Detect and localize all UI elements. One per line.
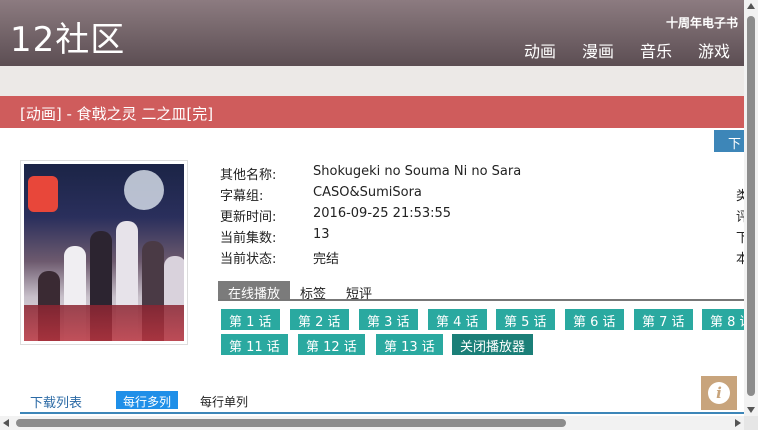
- poster-image: [24, 164, 184, 341]
- download-list-header: 下载列表 每行多列 每行单列: [20, 390, 744, 414]
- episode-button[interactable]: 第 7 话: [634, 309, 693, 330]
- info-button[interactable]: i: [701, 376, 737, 410]
- info-row: 字幕组: CASO&SumiSora: [220, 185, 521, 206]
- nav-item-anime[interactable]: 动画: [524, 38, 556, 62]
- episode-button[interactable]: 第 6 话: [565, 309, 624, 330]
- scroll-up-icon[interactable]: [747, 3, 755, 9]
- episode-button[interactable]: 第 13 话: [376, 334, 443, 355]
- nav-item-games[interactable]: 游戏: [698, 38, 730, 62]
- info-value: Shokugeki no Souma Ni no Sara: [313, 164, 522, 179]
- scroll-right-icon[interactable]: [735, 419, 741, 427]
- episode-button[interactable]: 第 1 话: [221, 309, 280, 330]
- info-row: 更新时间: 2016-09-25 21:53:55: [220, 206, 521, 227]
- info-value: CASO&SumiSora: [313, 185, 422, 200]
- scrollbar-corner: [744, 416, 758, 430]
- download-list-title[interactable]: 下载列表: [30, 392, 82, 411]
- info-row: 当前状态: 完结: [220, 248, 521, 269]
- close-player-button[interactable]: 关闭播放器: [452, 334, 534, 355]
- tab-short-reviews[interactable]: 短评: [336, 281, 382, 302]
- scroll-down-icon[interactable]: [747, 407, 755, 413]
- episode-button[interactable]: 第 11 话: [221, 334, 288, 355]
- info-row: 其他名称: Shokugeki no Souma Ni no Sara: [220, 164, 521, 185]
- episode-button[interactable]: 第 12 话: [298, 334, 365, 355]
- detail-tabs: 在线播放 标签 短评: [218, 281, 744, 302]
- title-bar: [动画] - 食戟之灵 二之皿[完]: [0, 96, 744, 128]
- info-key: 更新时间:: [220, 210, 277, 225]
- anime-poster: [20, 160, 188, 345]
- episode-button[interactable]: 第 8 话: [702, 309, 744, 330]
- episode-button[interactable]: 第 3 话: [359, 309, 418, 330]
- page-title: [动画] - 食戟之灵 二之皿[完]: [20, 105, 214, 123]
- episode-button[interactable]: 第 5 话: [496, 309, 555, 330]
- episode-list: 第 1 话 第 2 话 第 3 话 第 4 话 第 5 话 第 6 话 第 7 …: [221, 309, 744, 359]
- info-icon: i: [708, 382, 730, 404]
- download-tab[interactable]: 下: [714, 130, 744, 152]
- episode-button[interactable]: 第 4 话: [428, 309, 487, 330]
- episode-button[interactable]: 第 2 话: [290, 309, 349, 330]
- sub-bar: [0, 66, 744, 96]
- vertical-scroll-thumb[interactable]: [747, 16, 755, 396]
- anime-info: 其他名称: Shokugeki no Souma Ni no Sara 字幕组:…: [220, 164, 521, 269]
- info-key: 当前集数:: [220, 231, 277, 246]
- tab-online-play[interactable]: 在线播放: [218, 281, 291, 302]
- multi-column-button[interactable]: 每行多列: [116, 391, 179, 409]
- horizontal-scroll-thumb[interactable]: [16, 419, 566, 427]
- scroll-left-icon[interactable]: [3, 419, 9, 427]
- horizontal-scrollbar[interactable]: [0, 416, 744, 430]
- anniversary-ebook-link[interactable]: 十周年电子书: [666, 14, 738, 31]
- vertical-scrollbar[interactable]: [744, 0, 758, 416]
- tab-tags[interactable]: 标签: [290, 281, 336, 302]
- site-logo[interactable]: 12社区: [10, 12, 125, 61]
- main-nav: 动画 漫画 音乐 游戏: [524, 38, 730, 62]
- nav-item-music[interactable]: 音乐: [640, 38, 672, 62]
- info-value: 13: [313, 227, 330, 242]
- info-value: 完结: [313, 252, 340, 267]
- info-key: 当前状态:: [220, 252, 277, 267]
- single-column-button[interactable]: 每行单列: [200, 393, 248, 410]
- info-key: 字幕组:: [220, 189, 264, 204]
- info-row: 当前集数: 13: [220, 227, 521, 248]
- nav-item-manga[interactable]: 漫画: [582, 38, 614, 62]
- site-header: 12社区 十周年电子书 动画 漫画 音乐 游戏: [0, 0, 744, 66]
- info-value: 2016-09-25 21:53:55: [313, 206, 452, 221]
- info-key: 其他名称:: [220, 168, 277, 183]
